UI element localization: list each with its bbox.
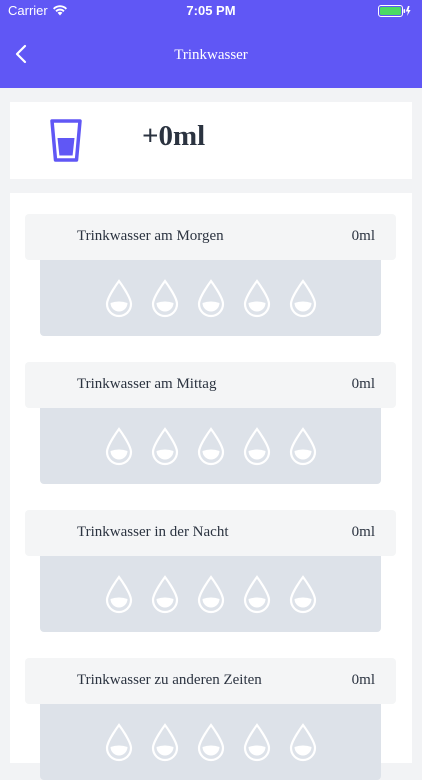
water-drop-icon[interactable] xyxy=(148,722,182,762)
water-drop-icon[interactable] xyxy=(240,574,274,614)
drops-row xyxy=(40,704,381,780)
section-label: Trinkwasser am Morgen xyxy=(77,228,224,244)
water-drop-icon[interactable] xyxy=(102,426,136,466)
section-label: Trinkwasser zu anderen Zeiten xyxy=(77,672,262,688)
water-drop-icon[interactable] xyxy=(240,722,274,762)
water-drop-icon[interactable] xyxy=(148,278,182,318)
section-header: Trinkwasser zu anderen Zeiten 0ml xyxy=(25,658,396,704)
section-label: Trinkwasser in der Nacht xyxy=(77,524,229,540)
drops-row xyxy=(40,408,381,484)
intake-list: Trinkwasser am Morgen 0ml Trinkwasser am… xyxy=(10,193,412,780)
section-amount: 0ml xyxy=(351,524,375,540)
water-drop-icon[interactable] xyxy=(194,426,228,466)
section-header: Trinkwasser in der Nacht 0ml xyxy=(25,510,396,556)
water-drop-icon[interactable] xyxy=(102,574,136,614)
summary-card: +0ml xyxy=(10,102,412,179)
water-drop-icon[interactable] xyxy=(240,278,274,318)
drops-row xyxy=(40,260,381,336)
section-amount: 0ml xyxy=(351,672,375,688)
water-drop-icon[interactable] xyxy=(102,278,136,318)
water-drop-icon[interactable] xyxy=(194,278,228,318)
water-drop-icon[interactable] xyxy=(148,574,182,614)
water-drop-icon[interactable] xyxy=(148,426,182,466)
page-title: Trinkwasser xyxy=(0,22,422,88)
water-drop-icon[interactable] xyxy=(286,278,320,318)
section-label: Trinkwasser am Mittag xyxy=(77,376,217,392)
water-drop-icon[interactable] xyxy=(194,722,228,762)
section-header: Trinkwasser am Mittag 0ml xyxy=(25,362,396,408)
page-title-text: Trinkwasser xyxy=(174,47,248,63)
navigation-bar: Trinkwasser xyxy=(0,22,422,88)
drops-row xyxy=(40,556,381,632)
water-drop-icon[interactable] xyxy=(194,574,228,614)
water-glass-icon xyxy=(50,119,82,162)
water-drop-icon[interactable] xyxy=(240,426,274,466)
water-drop-icon[interactable] xyxy=(286,722,320,762)
section-header: Trinkwasser am Morgen 0ml xyxy=(25,214,396,260)
section-amount: 0ml xyxy=(351,228,375,244)
water-drop-icon[interactable] xyxy=(286,426,320,466)
water-drop-icon[interactable] xyxy=(102,722,136,762)
water-drop-icon[interactable] xyxy=(286,574,320,614)
total-intake: +0ml xyxy=(142,120,206,152)
section-amount: 0ml xyxy=(351,376,375,392)
